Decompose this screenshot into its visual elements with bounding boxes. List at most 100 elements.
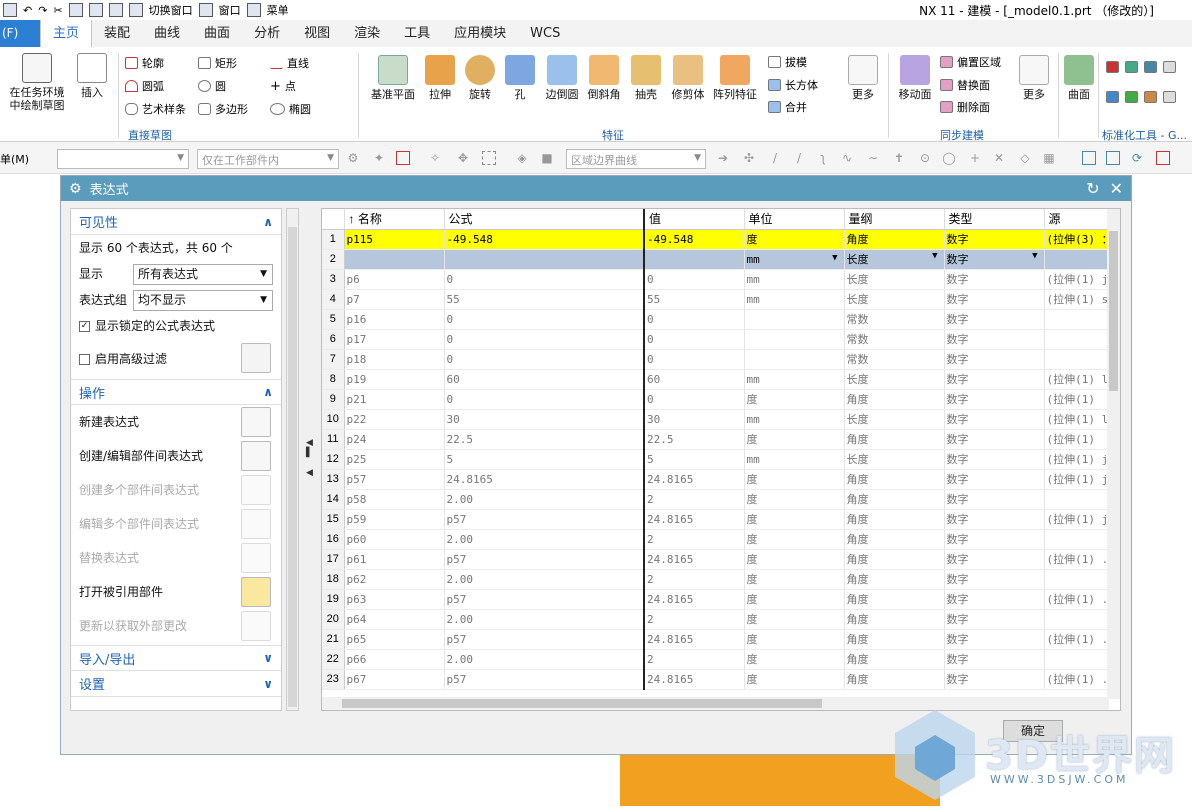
source-cell[interactable] (1044, 249, 1114, 270)
unit-cell[interactable]: 度 (744, 609, 845, 630)
hole-button[interactable]: 孔 (502, 55, 538, 101)
splitter-icon[interactable]: ▌ (306, 448, 313, 458)
dimension-cell[interactable]: 角度 (844, 669, 945, 690)
draft-button[interactable]: 拔模 (768, 54, 807, 70)
table-row[interactable]: 21 p65 p57 24.8165 度角度 数字 (拉伸(1) . (322, 629, 1114, 650)
unit-cell[interactable]: mm ▼ (744, 249, 845, 270)
value-cell[interactable]: 55 (643, 289, 745, 310)
dimension-cell[interactable]: 长度 ▼ (844, 249, 945, 270)
formula-cell[interactable]: 22.5 (444, 429, 645, 450)
unit-cell[interactable]: 度 (744, 549, 845, 570)
scrollbar-thumb[interactable] (1109, 231, 1118, 391)
source-cell[interactable]: (拉伸(3) ： (1044, 229, 1114, 250)
type-cell[interactable]: 数字 (944, 569, 1045, 590)
value-cell[interactable]: 2 (643, 569, 745, 590)
panel-collapse-bar[interactable]: ◀ ▌ ◀ (302, 208, 318, 711)
ellipse-button[interactable]: 椭圆 (270, 101, 311, 117)
dimension-cell[interactable]: 常数 (844, 349, 945, 370)
replace-expression-button[interactable]: 替换表达式 (71, 541, 281, 575)
block-button[interactable]: 长方体 (768, 77, 818, 93)
curve-rule-combo[interactable]: 区域边界曲线 ▼ (566, 149, 706, 169)
arrow-icon[interactable]: ➔ (716, 151, 730, 165)
control-point-icon[interactable]: ∿ (840, 151, 854, 165)
value-cell[interactable]: 24.8165 (643, 669, 745, 690)
visibility-section-header[interactable]: 可见性 ∧ (71, 209, 281, 235)
name-cell[interactable]: p62 (344, 569, 445, 590)
table-row[interactable]: 7 p18 0 0 常数 数字 (322, 349, 1114, 370)
name-cell[interactable]: p64 (344, 609, 445, 630)
tab-analysis[interactable]: 分析 (242, 20, 292, 47)
adv-filter-row[interactable]: 启用高级过滤 (71, 339, 281, 379)
adv-filter-checkbox[interactable] (79, 354, 90, 365)
tab-curve[interactable]: 曲线 (142, 20, 192, 47)
type-cell[interactable]: 数字 (944, 669, 1045, 690)
name-cell[interactable]: p63 (344, 589, 445, 610)
formula-cell[interactable]: 55 (444, 289, 645, 310)
formula-cell[interactable]: 0 (444, 269, 645, 290)
type-cell[interactable]: 数字 (944, 429, 1045, 450)
revolve-button[interactable]: 旋转 (460, 55, 500, 101)
name-cell[interactable]: p16 (344, 309, 445, 330)
tool-icon[interactable] (1163, 91, 1176, 103)
dimension-cell[interactable]: 角度 (844, 529, 945, 550)
name-cell[interactable]: p66 (344, 649, 445, 670)
dimension-cell[interactable]: 角度 (844, 389, 945, 410)
type-cell[interactable]: 数字 (944, 289, 1045, 310)
dimension-cell[interactable]: 长度 (844, 369, 945, 390)
type-cell[interactable]: 数字 ▼ (944, 249, 1045, 270)
chevron-down-icon[interactable]: ▼ (1032, 251, 1037, 261)
type-cell[interactable]: 数字 (944, 369, 1045, 390)
wrench-icon[interactable] (108, 3, 123, 17)
name-cell[interactable]: p60 (344, 529, 445, 550)
table-row[interactable]: 11 p24 22.5 22.5 度角度 数字 (拉伸(1) (322, 429, 1114, 450)
column-header-name[interactable]: ↑ 名称 (344, 209, 445, 230)
table-row[interactable]: 15 p59 p57 24.8165 度角度 数字 (拉伸(1) j (322, 509, 1114, 530)
more-sync-button[interactable]: 更多 (1016, 55, 1052, 101)
table-row[interactable]: 22 p66 2.00 2 度角度 数字 (322, 649, 1114, 670)
type-cell[interactable]: 数字 (944, 549, 1045, 570)
move-face-button[interactable]: 移动面 (894, 55, 936, 101)
snap-icon[interactable]: ✦ (372, 151, 386, 165)
formula-cell[interactable]: p57 (444, 629, 645, 650)
formula-cell[interactable]: 0 (444, 389, 645, 410)
type-cell[interactable]: 数字 (944, 469, 1045, 490)
source-cell[interactable] (1044, 489, 1114, 510)
name-cell[interactable]: p61 (344, 549, 445, 570)
type-cell[interactable]: 数字 (944, 609, 1045, 630)
dimension-cell[interactable]: 角度 (844, 509, 945, 530)
pattern-feature-button[interactable]: 阵列特征 (710, 55, 760, 101)
formula-cell[interactable]: 5 (444, 449, 645, 470)
source-cell[interactable] (1044, 349, 1114, 370)
formula-cell[interactable]: 0 (444, 309, 645, 330)
value-cell[interactable]: 24.8165 (643, 589, 745, 610)
spline-button[interactable]: 艺术样条 (125, 101, 186, 117)
unit-cell[interactable]: mm (744, 369, 845, 390)
dimension-cell[interactable]: 角度 (844, 649, 945, 670)
tab-applications[interactable]: 应用模块 (442, 20, 518, 47)
type-cell[interactable]: 数字 (944, 409, 1045, 430)
value-cell[interactable]: 0 (643, 269, 745, 290)
tab-assembly[interactable]: 装配 (92, 20, 142, 47)
tool-icon[interactable] (1144, 91, 1157, 103)
formula-cell[interactable]: p57 (444, 589, 645, 610)
unit-cell[interactable]: 度 (744, 469, 845, 490)
formula-cell[interactable]: 2.00 (444, 649, 645, 670)
source-cell[interactable]: (拉伸(1) . (1044, 549, 1114, 570)
close-icon[interactable]: ✕ (1110, 179, 1123, 198)
source-cell[interactable]: (拉伸(1) s (1044, 289, 1114, 310)
formula-cell[interactable]: 2.00 (444, 529, 645, 550)
switch-window-icon[interactable] (128, 3, 143, 17)
name-cell[interactable]: p115 (344, 229, 445, 250)
name-cell[interactable]: p19 (344, 369, 445, 390)
switch-window-button[interactable]: 切换窗口 (149, 2, 193, 18)
value-cell[interactable]: 24.8165 (643, 629, 745, 650)
table-row[interactable]: 20 p64 2.00 2 度角度 数字 (322, 609, 1114, 630)
formula-cell[interactable]: 24.8165 (444, 469, 645, 490)
type-cell[interactable]: 数字 (944, 269, 1045, 290)
menu-dropdown[interactable]: 单(M) (0, 151, 29, 167)
dimension-cell[interactable]: 角度 (844, 629, 945, 650)
paste-icon[interactable] (88, 3, 103, 17)
insert-button[interactable]: 插入 (72, 53, 112, 99)
table-row[interactable]: 2 mm ▼ 长度 ▼ 数字 ▼ (322, 249, 1114, 270)
type-cell[interactable]: 数字 (944, 329, 1045, 350)
